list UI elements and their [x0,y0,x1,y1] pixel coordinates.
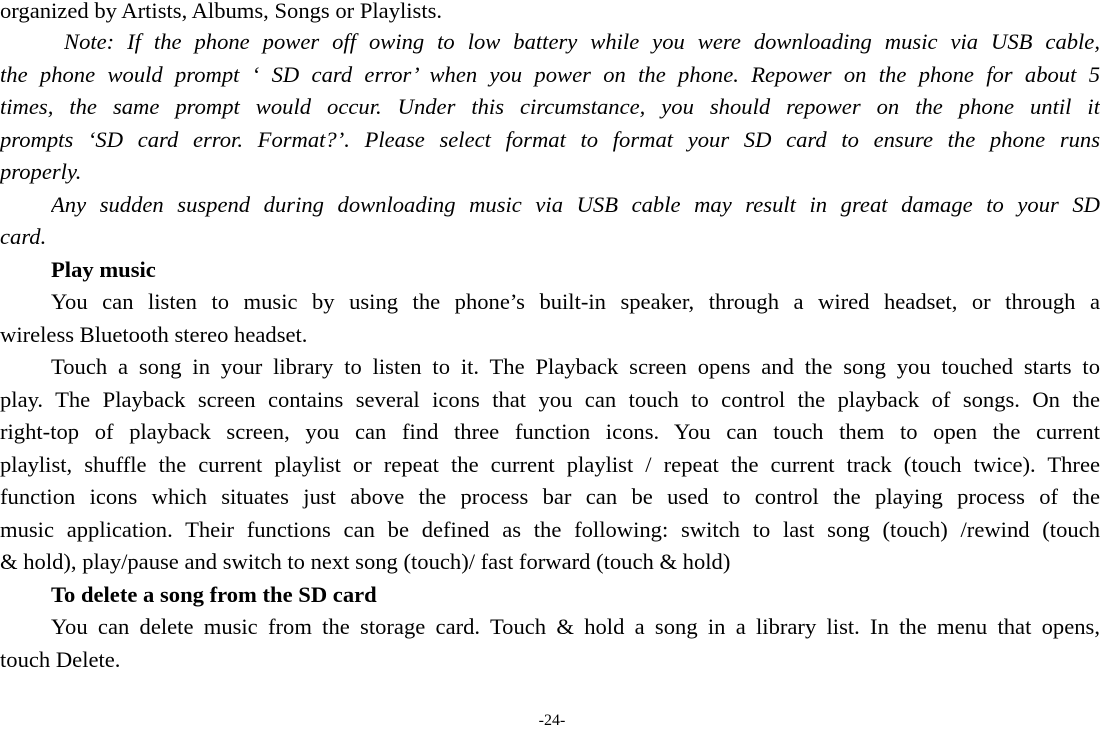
page-number: -24- [538,712,566,729]
body-text-line: & hold), play/pause and switch to next s… [0,549,731,574]
body-text-line: You can listen to music by using the pho… [51,289,1100,314]
document-page: organized by Artists, Albums, Songs or P… [0,0,1104,734]
note-text-line: times, the same prompt would occur. Unde… [0,94,1100,119]
section-heading-play-music: Play music [51,257,156,282]
body-text-line: music application. Their functions can b… [0,517,1100,542]
body-text-line: Touch a song in your library to listen t… [51,354,1100,379]
body-text-line: right-top of playback screen, you can fi… [0,419,1100,444]
body-text-line: play. The Playback screen contains sever… [0,387,1100,412]
body-text-line: You can delete music from the storage ca… [51,614,1100,639]
body-text-line: organized by Artists, Albums, Songs or P… [0,0,443,23]
note-text-line: Note: If the phone power off owing to lo… [64,29,1100,54]
note-text-line: properly. [0,159,82,184]
note-text-line: the phone would prompt ‘ SD card error’ … [0,62,1100,87]
body-text-line: function icons which situates just above… [0,484,1100,509]
warning-text-line: Any sudden suspend during downloading mu… [51,192,1100,217]
warning-text-line: card. [0,224,47,249]
note-text-line: prompts ‘SD card error. Format?’. Please… [0,127,1100,152]
body-text-line: wireless Bluetooth stereo headset. [0,322,308,347]
body-text-line: touch Delete. [0,647,121,672]
body-text-line: playlist, shuffle the current playlist o… [0,452,1100,477]
section-heading-delete-song: To delete a song from the SD card [51,582,377,607]
